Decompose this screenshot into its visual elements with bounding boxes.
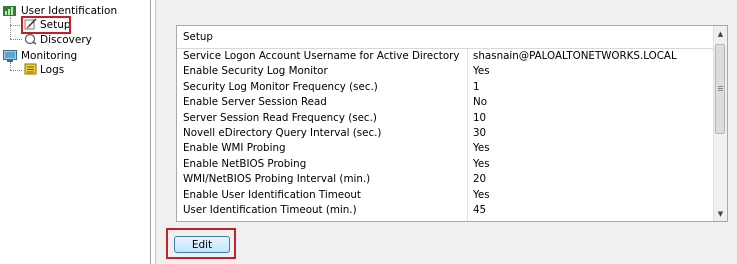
- table-row[interactable]: Service Logon Account Username for Activ…: [177, 49, 715, 64]
- table-header: Setup: [177, 26, 715, 49]
- setup-table: Setup Service Logon Account Username for…: [177, 26, 715, 218]
- table-row[interactable]: Enable NetBIOS Probing Yes: [177, 157, 715, 172]
- tree-item-discovery[interactable]: Discovery: [40, 33, 92, 47]
- table-row[interactable]: User Identification Timeout (min.) 45: [177, 203, 715, 218]
- scrollbar-thumb[interactable]: [715, 44, 725, 134]
- user-identification-icon: [3, 5, 17, 17]
- setup-grid: Setup Service Logon Account Username for…: [176, 25, 728, 222]
- table-row[interactable]: Security Log Monitor Frequency (sec.) 1: [177, 80, 715, 95]
- table-row[interactable]: WMI/NetBIOS Probing Interval (min.) 20: [177, 172, 715, 187]
- table-row[interactable]: Enable User Identification Timeout Yes: [177, 188, 715, 203]
- navigation-tree: User Identification Setup Discovery Moni…: [0, 0, 151, 264]
- tree-item-monitoring[interactable]: Monitoring: [21, 49, 77, 63]
- table-row[interactable]: Novell eDirectory Query Interval (sec.) 3…: [177, 126, 715, 141]
- scroll-down-arrow-icon[interactable]: ▼: [714, 207, 727, 221]
- tree-item-logs[interactable]: Logs: [40, 63, 64, 77]
- table-row[interactable]: Enable WMI Probing Yes: [177, 141, 715, 156]
- header-label: Setup: [183, 31, 213, 43]
- scroll-up-arrow-icon[interactable]: ▲: [714, 27, 727, 41]
- edit-highlight: [166, 228, 236, 259]
- setup-highlight: [21, 16, 71, 34]
- monitoring-icon: [3, 50, 17, 62]
- vertical-scrollbar[interactable]: ▲ ▼: [713, 26, 727, 221]
- table-row[interactable]: Enable Security Log Monitor Yes: [177, 64, 715, 79]
- logs-icon: [24, 63, 38, 75]
- discovery-icon: [24, 33, 38, 45]
- table-row[interactable]: Enable Server Session Read No: [177, 95, 715, 110]
- table-row[interactable]: Server Session Read Frequency (sec.) 10: [177, 111, 715, 126]
